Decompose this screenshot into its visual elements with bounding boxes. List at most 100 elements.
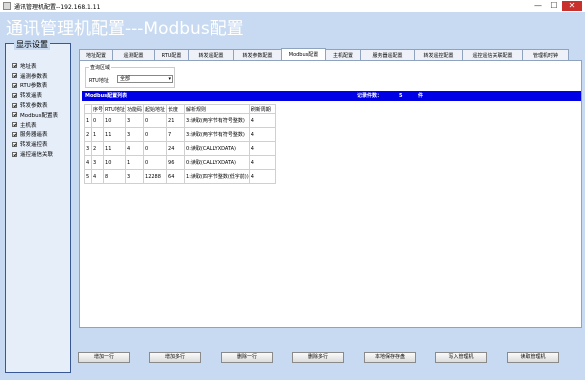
table-cell[interactable]: 1 [84, 113, 92, 128]
table-cell[interactable]: 0 [143, 113, 168, 128]
table-cell[interactable]: 3 [125, 113, 145, 128]
display-setting-item[interactable]: 服务器遥表 [12, 130, 58, 140]
table-row[interactable]: 2 1 11 3 0 7 3:读取(两字节有符号整数) 4 [84, 127, 276, 142]
table-cell[interactable]: 3 [125, 127, 145, 142]
config-tab[interactable]: 转发遥控配置 [414, 49, 463, 60]
table-cell[interactable]: 4 [248, 113, 276, 128]
table-cell[interactable]: 96 [166, 155, 186, 170]
config-tab[interactable]: 遥测配置 [112, 49, 155, 60]
column-header[interactable]: 长度 [166, 104, 186, 114]
checkbox[interactable] [12, 151, 17, 157]
display-setting-item[interactable]: RTU参数表 [12, 81, 58, 91]
config-tab[interactable]: Modbus配置 [281, 48, 326, 60]
config-tab[interactable]: 转发参数配置 [233, 49, 282, 60]
table-cell[interactable]: 4 [248, 127, 276, 142]
minimize-button[interactable]: — [532, 1, 544, 11]
table-cell[interactable]: 4 [248, 155, 276, 170]
config-tab[interactable]: 主机配置 [325, 49, 361, 60]
checkbox[interactable] [12, 122, 17, 128]
table-cell[interactable]: 4 [90, 169, 105, 184]
display-setting-item[interactable]: 遥测参数表 [12, 71, 58, 81]
table-cell[interactable]: 0 [90, 113, 105, 128]
table-cell[interactable]: 3:读取(两字节有符号整数) [184, 127, 250, 142]
add-multiple-rows-button[interactable]: 增加多行 [149, 352, 201, 363]
display-setting-item[interactable]: 转发遥表 [12, 90, 58, 100]
delete-one-row-button[interactable]: 删除一行 [221, 352, 273, 363]
table-cell[interactable]: 1 [125, 155, 145, 170]
table-cell[interactable]: 1 [90, 127, 105, 142]
table-cell[interactable]: 4 [248, 141, 276, 156]
table-row[interactable]: 3 2 11 4 0 24 0:读取(CALLYXDATA) 4 [84, 141, 276, 156]
checkbox[interactable] [12, 131, 17, 137]
modbus-config-table: 序号 RTU地址 功能码 起始地址 长度 解析规则 刷新周期 1 0 10 3 0 21 3:读取(两字… [84, 104, 276, 184]
write-manager-button[interactable]: 写入管理机 [435, 352, 487, 363]
table-cell[interactable]: 0 [143, 155, 168, 170]
delete-multiple-rows-button[interactable]: 删除多行 [292, 352, 344, 363]
table-cell[interactable]: 7 [166, 127, 186, 142]
checkbox[interactable] [12, 82, 17, 88]
display-setting-item[interactable]: Modbus配置表 [12, 110, 58, 120]
query-area-legend: 查询区域 [89, 64, 112, 71]
table-cell[interactable]: 0 [143, 127, 168, 142]
config-tab[interactable]: 地址配置 [79, 49, 113, 60]
record-count: 5 [399, 93, 403, 99]
table-cell[interactable]: 24 [166, 141, 186, 156]
checkbox[interactable] [12, 141, 17, 147]
checkbox[interactable] [12, 102, 17, 108]
table-cell[interactable]: 1:读取(四字节整数(低字前)) [184, 169, 250, 184]
table-cell[interactable]: 0:读取(CALLYXDATA) [184, 141, 250, 156]
table-cell[interactable]: 4 [84, 155, 92, 170]
column-header[interactable]: 起始地址 [143, 104, 168, 114]
column-header[interactable]: 序号 [90, 104, 105, 114]
table-cell[interactable]: 3 [90, 155, 105, 170]
table-cell[interactable]: 21 [166, 113, 186, 128]
display-setting-item[interactable]: 地址表 [12, 61, 58, 71]
checkbox[interactable] [12, 73, 17, 79]
table-row[interactable]: 4 3 10 1 0 96 0:读取(CALLYXDATA) 4 [84, 155, 276, 170]
column-header[interactable]: RTU地址 [103, 104, 127, 114]
table-cell[interactable]: 12288 [143, 169, 168, 184]
checkbox[interactable] [12, 63, 17, 69]
table-cell[interactable]: 11 [103, 127, 127, 142]
display-setting-label: Modbus配置表 [20, 112, 58, 119]
window-title: 通讯管理机配置--192.168.1.11 [14, 4, 101, 11]
config-tab[interactable]: 管理机时钟 [522, 49, 569, 60]
column-header[interactable]: 刷新周期 [248, 104, 276, 114]
config-tab[interactable]: RTU配置 [154, 49, 189, 60]
maximize-button[interactable]: ☐ [548, 1, 560, 11]
display-setting-item[interactable]: 主机表 [12, 120, 58, 130]
display-setting-item[interactable]: 转发遥控表 [12, 139, 58, 149]
column-header[interactable]: 功能码 [125, 104, 145, 114]
read-manager-button[interactable]: 读取管理机 [507, 352, 559, 363]
rtu-address-select[interactable]: 全部 ▾ [117, 75, 173, 83]
checkbox[interactable] [12, 92, 17, 98]
config-tab[interactable]: 服务器遥配置 [360, 49, 415, 60]
config-tab[interactable]: 转发遥配置 [188, 49, 234, 60]
table-cell[interactable]: 8 [103, 169, 127, 184]
table-cell[interactable]: 4 [125, 141, 145, 156]
column-header[interactable] [84, 104, 92, 114]
column-header[interactable]: 解析规则 [184, 104, 250, 114]
config-tab[interactable]: 遥控遥信关联配置 [462, 49, 523, 60]
table-cell[interactable]: 64 [166, 169, 186, 184]
close-button[interactable]: ✕ [562, 1, 582, 11]
table-cell[interactable]: 3:读取(两字节有符号整数) [184, 113, 250, 128]
add-one-row-button[interactable]: 增加一行 [78, 352, 130, 363]
table-cell[interactable]: 3 [125, 169, 145, 184]
table-cell[interactable]: 0:读取(CALLYXDATA) [184, 155, 250, 170]
table-row[interactable]: 1 0 10 3 0 21 3:读取(两字节有符号整数) 4 [84, 113, 276, 128]
table-cell[interactable]: 11 [103, 141, 127, 156]
table-row[interactable]: 5 4 8 3 12288 64 1:读取(四字节整数(低字前)) 4 [84, 169, 276, 184]
table-cell[interactable]: 3 [84, 141, 92, 156]
table-cell[interactable]: 5 [84, 169, 92, 184]
display-setting-item[interactable]: 转发参数表 [12, 100, 58, 110]
checkbox[interactable] [12, 112, 17, 118]
table-cell[interactable]: 4 [248, 169, 276, 184]
table-cell[interactable]: 10 [103, 113, 127, 128]
table-cell[interactable]: 2 [90, 141, 105, 156]
table-cell[interactable]: 0 [143, 141, 168, 156]
save-local-button[interactable]: 本地保存存盘 [364, 352, 416, 363]
display-setting-item[interactable]: 遥控遥信关联 [12, 149, 58, 159]
table-cell[interactable]: 10 [103, 155, 127, 170]
table-cell[interactable]: 2 [84, 127, 92, 142]
